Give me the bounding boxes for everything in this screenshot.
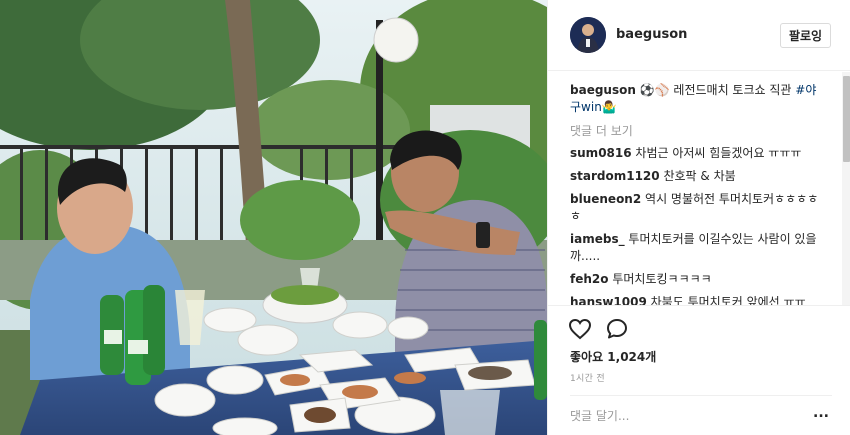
comments-scrollbar[interactable] bbox=[842, 72, 850, 305]
avatar[interactable] bbox=[570, 17, 606, 53]
scrollbar-thumb[interactable] bbox=[843, 76, 850, 162]
comment-text: 찬호팍 & 차붐 bbox=[663, 169, 736, 183]
comment-item: feh2o 투머치토킹ㅋㅋㅋㅋ bbox=[570, 271, 820, 288]
caption-text: ⚽⚾ 레전드매치 토크쇼 직관 bbox=[639, 83, 792, 97]
avatar-image bbox=[570, 17, 606, 53]
caption: baeguson ⚽⚾ 레전드매치 토크쇼 직관 #야구win🤷‍♂ bbox=[570, 82, 820, 116]
caption-emoji: 🤷‍♂ bbox=[601, 100, 617, 114]
likes-count[interactable]: 좋아요 1,024개 bbox=[570, 348, 656, 365]
comment-item: hansw1009 차붐도 투머치토커 앞에선 ㅠㅠ bbox=[570, 294, 820, 305]
load-more-comments-button[interactable]: 댓글 더 보기 bbox=[570, 122, 841, 139]
comment-item: stardom1120 찬호팍 & 차붐 bbox=[570, 168, 820, 185]
heart-outline-icon bbox=[568, 318, 592, 340]
comment-username[interactable]: feh2o bbox=[570, 272, 609, 286]
more-options-button[interactable]: ... bbox=[810, 406, 832, 426]
caption-username[interactable]: baeguson bbox=[570, 83, 636, 97]
comment-text: 투머치토킹ㅋㅋㅋㅋ bbox=[612, 272, 712, 286]
post-image bbox=[0, 0, 547, 435]
comment-username[interactable]: blueneon2 bbox=[570, 192, 641, 206]
comment-username[interactable]: stardom1120 bbox=[570, 169, 660, 183]
comments-list[interactable]: baeguson ⚽⚾ 레전드매치 토크쇼 직관 #야구win🤷‍♂ 댓글 더 … bbox=[548, 72, 841, 305]
comment-item: iamebs_ 투머치토커를 이길수있는 사람이 있을까..... bbox=[570, 231, 820, 265]
comment-button[interactable] bbox=[605, 317, 631, 343]
comment-input[interactable] bbox=[570, 406, 790, 426]
following-button[interactable]: 팔로잉 bbox=[780, 23, 831, 48]
comment-username[interactable]: iamebs_ bbox=[570, 232, 625, 246]
like-button[interactable] bbox=[568, 317, 594, 343]
comment-item: sum0816 차범근 아저씨 힘들겠어요 ㅠㅠㅠ bbox=[570, 145, 820, 162]
comment-text: 차붐도 투머치토커 앞에선 ㅠㅠ bbox=[650, 295, 806, 305]
comment-item: blueneon2 역시 명불허전 투머치토커ㅎㅎㅎㅎㅎ bbox=[570, 191, 820, 225]
add-comment-section: ... bbox=[570, 395, 832, 435]
post-photo[interactable] bbox=[0, 0, 547, 435]
header-username[interactable]: baeguson bbox=[616, 27, 687, 42]
post-timestamp: 1시간 전 bbox=[570, 374, 605, 384]
speech-bubble-icon bbox=[607, 319, 627, 339]
comment-username[interactable]: hansw1009 bbox=[570, 295, 647, 305]
comment-text: 차범근 아저씨 힘들겠어요 ㅠㅠㅠ bbox=[635, 146, 802, 160]
post-sidebar: baeguson 팔로잉 baeguson ⚽⚾ 레전드매치 토크쇼 직관 #야… bbox=[547, 0, 850, 435]
post-actions: 좋아요 1,024개 1시간 전 bbox=[548, 305, 850, 395]
comment-username[interactable]: sum0816 bbox=[570, 146, 632, 160]
post-header: baeguson 팔로잉 bbox=[548, 0, 850, 71]
